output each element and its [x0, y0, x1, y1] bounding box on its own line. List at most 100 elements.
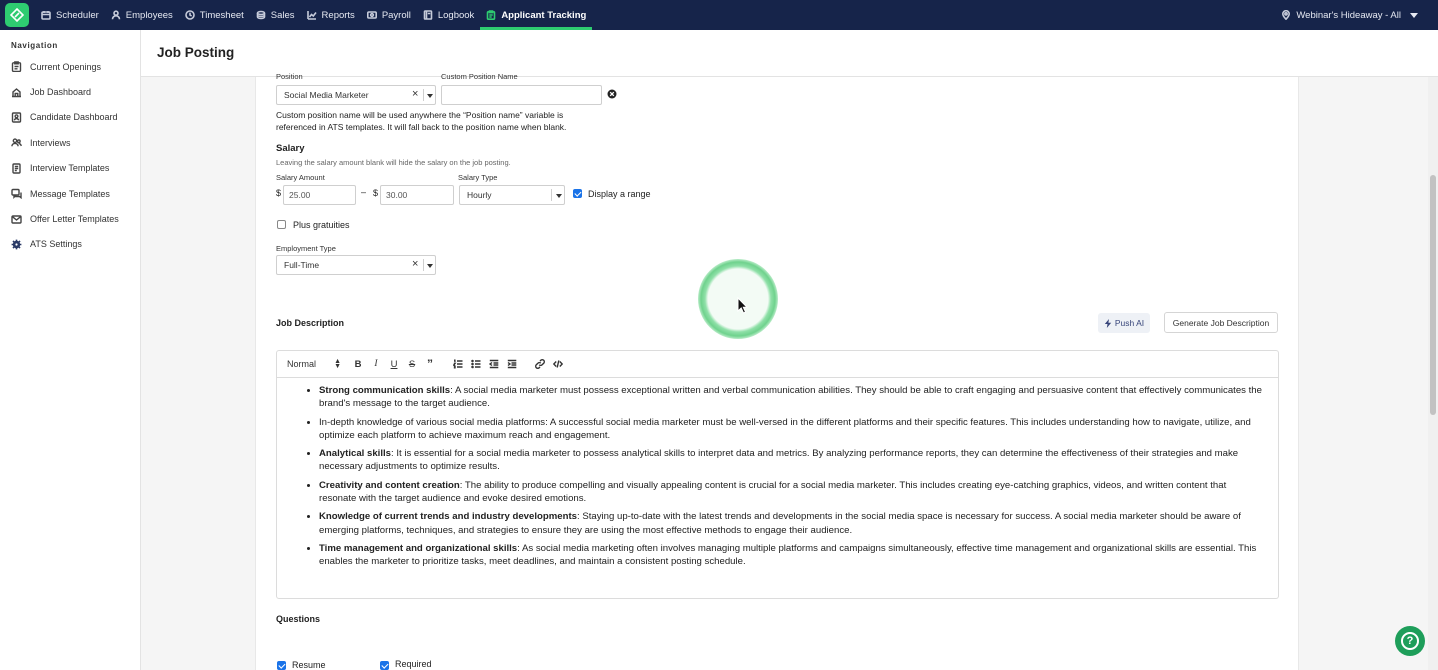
resume-label: Resume: [292, 660, 326, 670]
nav-label: Employees: [125, 9, 173, 21]
list-item: Analytical skills: It is essential for a…: [319, 447, 1264, 474]
sidebar-heading: Navigation: [11, 41, 58, 50]
nav-sales[interactable]: Sales: [250, 0, 301, 30]
custom-position-label: Custom Position Name: [441, 72, 518, 81]
bullet-list-icon[interactable]: [467, 356, 485, 372]
salary-type-label: Salary Type: [458, 173, 498, 182]
salary-max-input[interactable]: 30.00: [380, 185, 454, 205]
chevron-down-icon[interactable]: [427, 264, 433, 268]
format-value: Normal: [287, 359, 317, 369]
job-description-title: Job Description: [276, 318, 345, 328]
nav-logbook[interactable]: Logbook: [417, 0, 480, 30]
page-title: Job Posting: [157, 45, 235, 60]
chevron-down-icon[interactable]: [556, 194, 562, 198]
salary-type-select[interactable]: Hourly: [459, 185, 565, 205]
sidebar-item-ats-settings[interactable]: ATS Settings: [0, 232, 140, 257]
format-select[interactable]: Normal ▲ ▼: [287, 358, 349, 370]
location-label: Webinar's Hideaway - All: [1296, 9, 1401, 21]
bullet-text: : It is essential for a social media mar…: [319, 448, 1239, 473]
sidebar: Navigation Current Openings Job Dashboar…: [0, 30, 141, 670]
employment-type-select[interactable]: Full-Time ×: [276, 255, 436, 275]
nav-label: Payroll: [381, 9, 411, 21]
bold-icon[interactable]: B: [349, 356, 367, 372]
underline-icon[interactable]: U: [385, 356, 403, 372]
required-label: Required: [395, 659, 432, 669]
resume-checkbox[interactable]: [277, 661, 286, 670]
currency-symbol: $: [276, 188, 282, 198]
bullet-text: : A social media marketer must possess e…: [319, 385, 1262, 410]
updown-arrows-icon: ▲ ▼: [334, 358, 341, 370]
template-icon: [12, 163, 21, 174]
position-label: Position: [276, 72, 303, 81]
salary-hint: Leaving the salary amount blank will hid…: [276, 158, 511, 167]
indent-icon[interactable]: [503, 356, 521, 372]
custom-position-input[interactable]: [441, 85, 602, 105]
quote-icon[interactable]: ”: [421, 356, 439, 372]
coins-icon: [256, 10, 266, 20]
help-button[interactable]: ?: [1395, 626, 1425, 656]
app-logo[interactable]: [5, 3, 29, 27]
location-selector[interactable]: Webinar's Hideaway - All: [1281, 0, 1418, 30]
plus-gratuities-checkbox[interactable]: [277, 220, 286, 229]
sidebar-item-candidate-dashboard[interactable]: Candidate Dashboard: [0, 105, 140, 130]
nav-label: Applicant Tracking: [501, 9, 587, 21]
italic-icon[interactable]: I: [367, 356, 385, 372]
remove-circle-icon[interactable]: [607, 89, 617, 99]
ordered-list-icon[interactable]: [449, 356, 467, 372]
salary-amount-label: Salary Amount: [276, 173, 325, 182]
main-nav: Scheduler Employees Timesheet Sales Repo…: [35, 0, 593, 30]
sidebar-item-message-templates[interactable]: Message Templates: [0, 181, 140, 206]
sidebar-item-current-openings[interactable]: Current Openings: [0, 54, 140, 79]
editor-toolbar: Normal ▲ ▼ B I U S ”: [277, 351, 1278, 378]
nav-label: Logbook: [437, 9, 475, 21]
push-ai-button[interactable]: Push AI: [1098, 313, 1150, 333]
user-icon: [111, 10, 121, 20]
scrollbar-thumb[interactable]: [1430, 175, 1436, 415]
editor-content[interactable]: Strong communication skills: A social me…: [277, 378, 1278, 569]
sidebar-item-interviews[interactable]: Interviews: [0, 130, 140, 155]
display-range-checkbox[interactable]: [573, 189, 582, 198]
clear-icon[interactable]: ×: [412, 258, 418, 270]
sidebar-item-offer-letter-templates[interactable]: Offer Letter Templates: [0, 206, 140, 231]
push-ai-label: Push AI: [1114, 318, 1145, 328]
nav-timesheet[interactable]: Timesheet: [179, 0, 250, 30]
generate-job-description-button[interactable]: Generate Job Description: [1164, 312, 1278, 333]
clipboard-icon: [487, 10, 496, 20]
sidebar-item-label: Candidate Dashboard: [30, 112, 118, 123]
nav-applicant-tracking[interactable]: Applicant Tracking: [480, 0, 593, 30]
required-checkbox[interactable]: [380, 661, 389, 670]
code-icon[interactable]: [549, 356, 567, 372]
chevron-down-icon[interactable]: [427, 94, 433, 98]
position-select[interactable]: Social Media Marketer ×: [276, 85, 436, 105]
salary-type-value: Hourly: [467, 190, 492, 200]
currency-symbol: $: [373, 188, 379, 198]
sidebar-item-interview-templates[interactable]: Interview Templates: [0, 156, 140, 181]
bullet-bold: Knowledge of current trends and industry…: [319, 511, 578, 523]
sidebar-item-label: Message Templates: [30, 188, 110, 199]
logo-icon: [10, 8, 24, 22]
salary-min-input[interactable]: 25.00: [283, 185, 356, 205]
sidebar-item-label: Interviews: [30, 137, 71, 148]
clock-icon: [184, 10, 195, 20]
sidebar-item-label: Job Dashboard: [30, 87, 92, 98]
outdent-icon[interactable]: [485, 356, 503, 372]
bullet-bold: Analytical skills: [319, 448, 391, 460]
clear-icon[interactable]: ×: [412, 88, 418, 100]
nav-scheduler[interactable]: Scheduler: [35, 0, 105, 30]
page-scrollbar[interactable]: [1428, 77, 1438, 670]
nav-employees[interactable]: Employees: [105, 0, 179, 30]
lightning-icon: [1104, 318, 1112, 328]
list-item: Knowledge of current trends and industry…: [319, 510, 1264, 537]
chevron-down-icon: [1410, 12, 1418, 18]
nav-reports[interactable]: Reports: [301, 0, 361, 30]
sidebar-item-job-dashboard[interactable]: Job Dashboard: [0, 79, 140, 104]
clipboard-icon: [11, 61, 22, 73]
list-item: Creativity and content creation: The abi…: [319, 479, 1264, 506]
nav-payroll[interactable]: Payroll: [361, 0, 417, 30]
payroll-icon: [366, 11, 377, 19]
chart-icon: [306, 11, 317, 20]
sidebar-item-label: Current Openings: [30, 61, 102, 72]
bullet-bold: Time management and organizational skill…: [319, 542, 518, 554]
link-icon[interactable]: [531, 356, 549, 372]
strikethrough-icon[interactable]: S: [403, 356, 421, 372]
